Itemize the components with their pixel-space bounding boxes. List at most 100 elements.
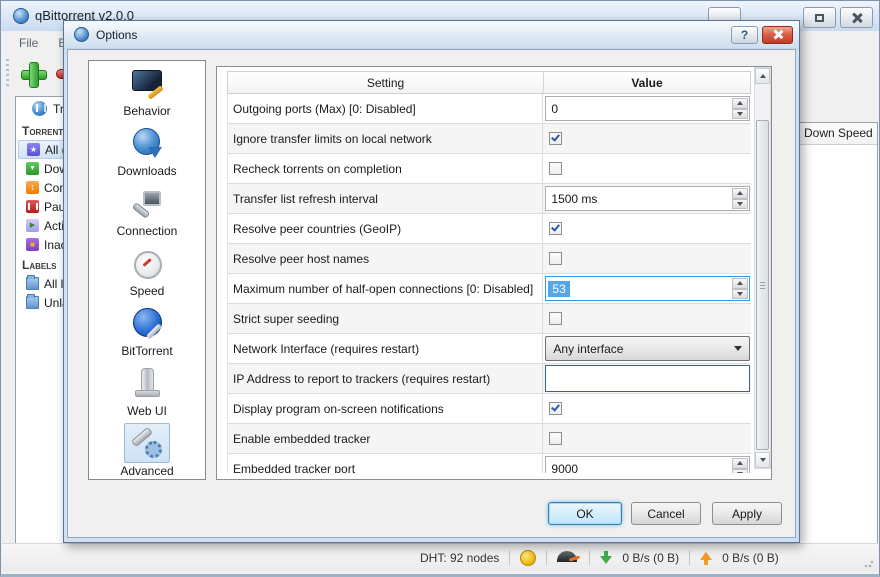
category-icon [130, 246, 164, 280]
download-arrow-icon [600, 551, 612, 565]
filter-icon [26, 200, 39, 213]
arrow-down-icon [760, 458, 766, 462]
category-label: Connection [117, 224, 178, 238]
connection-status-icon[interactable] [520, 550, 536, 566]
settings-row: IP Address to report to trackers (requir… [228, 364, 751, 394]
category-list: Behavior Downloads Connection Speed BitT… [88, 60, 206, 480]
speed-limits-gauge-icon[interactable] [557, 551, 579, 564]
category-label: Advanced [120, 464, 173, 478]
category-icon-box [124, 303, 170, 343]
setting-label: Transfer list refresh interval [228, 184, 543, 213]
category-item[interactable]: Connection [89, 183, 205, 243]
chevron-down-icon [734, 346, 742, 351]
category-icon [130, 66, 164, 100]
spin-input[interactable]: 9000 [545, 456, 750, 473]
apply-button[interactable]: Apply [712, 502, 782, 525]
text-input[interactable] [545, 365, 750, 392]
category-item[interactable]: Behavior [89, 63, 205, 123]
spin-input[interactable]: 1500 ms [545, 186, 750, 211]
settings-row: Recheck torrents on completion [228, 154, 751, 184]
category-icon [130, 186, 164, 220]
checkbox[interactable] [549, 402, 562, 415]
spin-up-button[interactable] [732, 98, 748, 109]
close-button[interactable] [840, 7, 873, 28]
table-scrollbar[interactable] [754, 67, 771, 469]
setting-label: Display program on-screen notifications [228, 394, 543, 423]
category-icon [130, 126, 164, 160]
checkbox[interactable] [549, 432, 562, 445]
scrollbar-thumb[interactable] [756, 120, 769, 450]
setting-label: Maximum number of half-open connections … [228, 274, 543, 303]
checkbox[interactable] [549, 312, 562, 325]
ok-button[interactable]: OK [548, 502, 622, 525]
value-cell: 1500 ms [543, 184, 751, 213]
category-icon-box [124, 183, 170, 223]
arrow-up-icon [760, 74, 766, 78]
down-speed-column-header[interactable]: Down Speed [798, 123, 877, 145]
setting-label: Strict super seeding [228, 304, 543, 333]
category-icon-box [124, 363, 170, 403]
maximize-icon [815, 14, 824, 22]
setting-column-header[interactable]: Setting [228, 72, 544, 93]
arrow-up-icon [737, 281, 743, 285]
category-icon [130, 306, 164, 340]
dropdown-select[interactable]: Any interface [545, 336, 750, 361]
spin-input[interactable]: 53 [545, 276, 750, 301]
checkmark-icon [551, 132, 560, 141]
dialog-title: Options [96, 28, 137, 42]
value-cell [543, 394, 751, 423]
options-dialog-body: Behavior Downloads Connection Speed BitT… [67, 49, 796, 538]
spin-down-button[interactable] [732, 199, 748, 210]
scroll-up-button[interactable] [755, 68, 770, 84]
value-column-header[interactable]: Value [544, 72, 750, 93]
category-item[interactable]: BitTorrent [89, 303, 205, 363]
statusbar-separator [509, 551, 510, 565]
filter-icon [26, 277, 39, 290]
setting-label: Resolve peer host names [228, 244, 543, 273]
options-dialog-titlebar[interactable]: Options ? [64, 21, 799, 49]
add-torrent-button[interactable] [19, 60, 47, 88]
close-icon [852, 13, 862, 23]
upload-speed-status: 0 B/s (0 B) [722, 551, 779, 565]
setting-label: Network Interface (requires restart) [228, 334, 543, 363]
menu-file[interactable]: File [11, 34, 46, 52]
arrow-down-icon [737, 202, 743, 206]
spin-input[interactable]: 0 [545, 96, 750, 121]
checkbox[interactable] [549, 222, 562, 235]
checkbox[interactable] [549, 252, 562, 265]
maximize-button[interactable] [803, 7, 836, 28]
checkbox[interactable] [549, 162, 562, 175]
spin-down-button[interactable] [732, 469, 748, 474]
resize-grip[interactable] [864, 558, 874, 568]
close-icon [773, 30, 783, 40]
category-item[interactable]: Web UI [89, 363, 205, 423]
setting-label: Ignore transfer limits on local network [228, 124, 543, 153]
settings-row: Enable embedded tracker [228, 424, 751, 454]
arrow-up-icon [737, 101, 743, 105]
setting-label: Recheck torrents on completion [228, 154, 543, 183]
category-item[interactable]: Downloads [89, 123, 205, 183]
toolbar-drag-handle[interactable] [6, 59, 9, 89]
spin-up-button[interactable] [732, 278, 748, 289]
dialog-button-row: OK Cancel Apply [68, 502, 795, 525]
spin-up-button[interactable] [732, 458, 748, 469]
scrollbar-grip [760, 282, 765, 289]
category-item[interactable]: Advanced [89, 423, 205, 483]
spin-down-button[interactable] [732, 109, 748, 120]
arrow-up-icon [737, 461, 743, 465]
dialog-close-button[interactable] [762, 26, 793, 44]
spin-down-button[interactable] [732, 289, 748, 300]
scroll-down-button[interactable] [755, 452, 770, 468]
transfers-icon [32, 101, 47, 116]
spin-up-button[interactable] [732, 188, 748, 199]
help-button[interactable]: ? [731, 26, 758, 44]
filter-icon [27, 143, 40, 156]
value-cell [543, 304, 751, 333]
checkbox[interactable] [549, 132, 562, 145]
settings-row: Display program on-screen notifications [228, 394, 751, 424]
download-speed-status: 0 B/s (0 B) [622, 551, 679, 565]
category-item[interactable]: Speed [89, 243, 205, 303]
setting-label: IP Address to report to trackers (requir… [228, 364, 543, 393]
cancel-button[interactable]: Cancel [631, 502, 701, 525]
value-cell: Any interface [543, 334, 751, 363]
